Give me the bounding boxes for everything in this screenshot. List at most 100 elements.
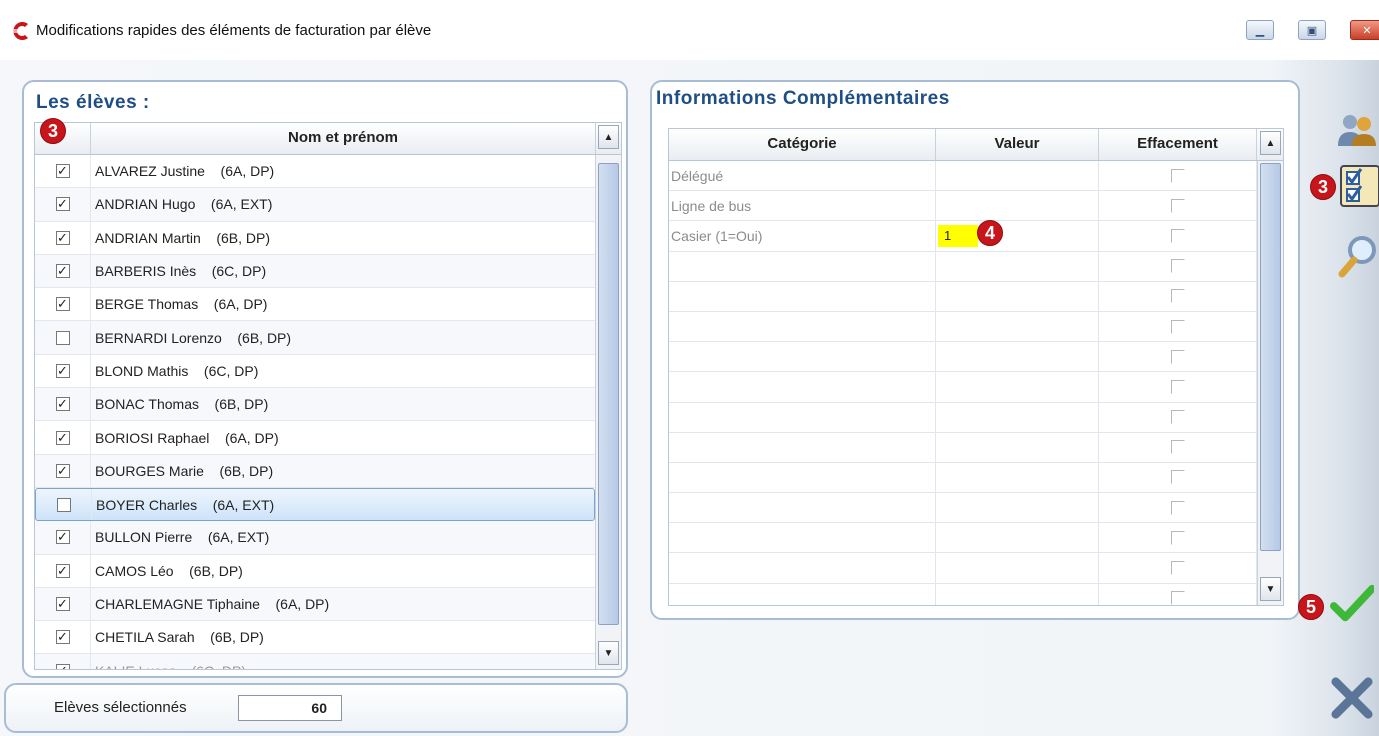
info-value-cell[interactable] <box>936 372 1099 402</box>
student-checkbox[interactable]: ✓ <box>55 164 70 179</box>
info-row[interactable]: Ligne de bus <box>669 191 1257 222</box>
name-column-header[interactable]: Nom et prénom <box>91 123 595 154</box>
erase-checkbox[interactable] <box>1170 349 1185 364</box>
info-row[interactable] <box>669 553 1257 584</box>
student-row[interactable]: ✓ BOURGES Marie (6B, DP) <box>35 454 595 488</box>
info-value-cell[interactable] <box>936 553 1099 583</box>
category-column-header[interactable]: Catégorie <box>669 129 936 160</box>
info-row[interactable] <box>669 281 1257 312</box>
student-checkbox[interactable]: ✓ <box>55 630 70 645</box>
scroll-up-button[interactable]: ▲ <box>598 125 619 149</box>
student-checkbox[interactable]: ✓ <box>55 430 70 445</box>
info-row[interactable] <box>669 342 1257 373</box>
student-checkbox[interactable]: ✓ <box>55 463 70 478</box>
cancel-button[interactable] <box>1330 676 1374 720</box>
erase-checkbox[interactable] <box>1170 591 1185 605</box>
erase-checkbox[interactable] <box>1170 561 1185 576</box>
student-checkbox[interactable]: ✓ <box>55 197 70 212</box>
info-value-input[interactable]: 1 <box>938 224 978 247</box>
scroll-down-button[interactable]: ▼ <box>598 641 619 665</box>
info-row[interactable] <box>669 523 1257 554</box>
student-row[interactable]: ✓ CAMOS Léo (6B, DP) <box>35 554 595 588</box>
erase-checkbox[interactable] <box>1170 319 1185 334</box>
info-value-cell[interactable] <box>936 493 1099 523</box>
info-row[interactable] <box>669 372 1257 403</box>
student-row[interactable]: ✓ BERGE Thomas (6A, DP) <box>35 288 595 322</box>
student-row[interactable]: ✓ KALIE Lucas (6C, DP) <box>35 654 595 669</box>
erase-checkbox[interactable] <box>1170 470 1185 485</box>
students-scrollbar[interactable]: ▲ ▼ <box>595 125 621 669</box>
info-value-cell[interactable] <box>936 161 1099 191</box>
info-value-cell[interactable] <box>936 342 1099 372</box>
minimize-button[interactable]: ▁ <box>1246 20 1274 40</box>
info-value-cell[interactable] <box>936 281 1099 311</box>
erase-checkbox[interactable] <box>1170 379 1185 394</box>
erase-checkbox[interactable] <box>1170 198 1185 213</box>
info-scroll-thumb[interactable] <box>1260 163 1281 551</box>
student-row[interactable]: ✓ ANDRIAN Hugo (6A, EXT) <box>35 188 595 222</box>
student-checkbox[interactable]: ✓ <box>55 663 70 669</box>
info-row[interactable] <box>669 432 1257 463</box>
student-row[interactable]: ✓ CHETILA Sarah (6B, DP) <box>35 621 595 655</box>
info-scroll-up-button[interactable]: ▲ <box>1260 131 1281 155</box>
student-checkbox[interactable]: ✓ <box>55 297 70 312</box>
student-row[interactable]: ✓ BONAC Thomas (6B, DP) <box>35 388 595 422</box>
info-row[interactable]: Casier (1=Oui) 1 <box>669 221 1257 252</box>
info-value-cell[interactable] <box>936 523 1099 553</box>
value-column-header[interactable]: Valeur <box>936 129 1099 160</box>
search-button[interactable] <box>1336 234 1379 278</box>
info-row[interactable] <box>669 493 1257 524</box>
student-checkbox[interactable]: ✓ <box>55 597 70 611</box>
info-scrollbar[interactable]: ▲ ▼ <box>1257 131 1283 605</box>
info-value-cell[interactable] <box>936 462 1099 493</box>
student-row[interactable]: ✓ BORIOSI Raphael (6A, DP) <box>35 421 595 455</box>
erase-checkbox[interactable] <box>1170 228 1185 243</box>
student-row[interactable]: BOYER Charles (6A, EXT) <box>35 487 595 522</box>
users-button[interactable] <box>1335 108 1379 152</box>
erase-checkbox[interactable] <box>1170 289 1185 304</box>
info-row[interactable] <box>669 402 1257 433</box>
student-checkbox[interactable]: ✓ <box>55 230 70 245</box>
student-checkbox[interactable]: ✓ <box>55 563 70 578</box>
info-value-cell[interactable] <box>936 251 1099 281</box>
student-checkbox[interactable] <box>56 497 71 512</box>
erase-checkbox[interactable] <box>1170 440 1185 455</box>
check-all-button[interactable] <box>1338 164 1379 208</box>
close-window-button[interactable]: ✕ <box>1350 20 1379 40</box>
erase-checkbox[interactable] <box>1170 168 1185 183</box>
maximize-button[interactable]: ▣ <box>1298 20 1326 40</box>
info-value-cell[interactable] <box>936 191 1099 221</box>
info-value-cell[interactable]: 1 <box>936 221 1099 251</box>
info-value-cell[interactable] <box>936 583 1099 605</box>
student-row[interactable]: ✓ BARBERIS Inès (6C, DP) <box>35 254 595 289</box>
student-checkbox[interactable]: ✓ <box>55 397 70 412</box>
erase-checkbox[interactable] <box>1170 259 1185 274</box>
info-row[interactable]: Délégué <box>669 161 1257 192</box>
student-row[interactable]: BERNARDI Lorenzo (6B, DP) <box>35 321 595 355</box>
info-row[interactable] <box>669 583 1257 605</box>
validate-button[interactable] <box>1330 582 1374 626</box>
student-checkbox[interactable]: ✓ <box>55 530 70 545</box>
student-checkbox[interactable]: ✓ <box>55 264 70 279</box>
erase-cell <box>1099 161 1257 191</box>
student-row[interactable]: ✓ CHARLEMAGNE Tiphaine (6A, DP) <box>35 587 595 622</box>
erase-checkbox[interactable] <box>1170 410 1185 425</box>
erase-checkbox[interactable] <box>1170 500 1185 515</box>
info-scroll-down-button[interactable]: ▼ <box>1260 577 1281 601</box>
erase-column-header[interactable]: Effacement <box>1099 129 1257 160</box>
info-row[interactable] <box>669 251 1257 282</box>
student-row[interactable]: ✓ ALVAREZ Justine (6A, DP) <box>35 155 595 189</box>
info-value-cell[interactable] <box>936 432 1099 462</box>
info-row[interactable] <box>669 462 1257 494</box>
student-checkbox[interactable] <box>55 330 70 345</box>
student-row[interactable]: ✓ BLOND Mathis (6C, DP) <box>35 354 595 389</box>
student-row[interactable]: ✓ BULLON Pierre (6A, EXT) <box>35 521 595 555</box>
info-value-cell[interactable] <box>936 402 1099 432</box>
student-row[interactable]: ✓ ANDRIAN Martin (6B, DP) <box>35 221 595 255</box>
close-icon: ✕ <box>1362 24 1372 37</box>
info-row[interactable] <box>669 311 1257 343</box>
student-checkbox[interactable]: ✓ <box>55 363 70 378</box>
scroll-thumb[interactable] <box>598 163 619 625</box>
erase-checkbox[interactable] <box>1170 530 1185 545</box>
info-value-cell[interactable] <box>936 311 1099 342</box>
